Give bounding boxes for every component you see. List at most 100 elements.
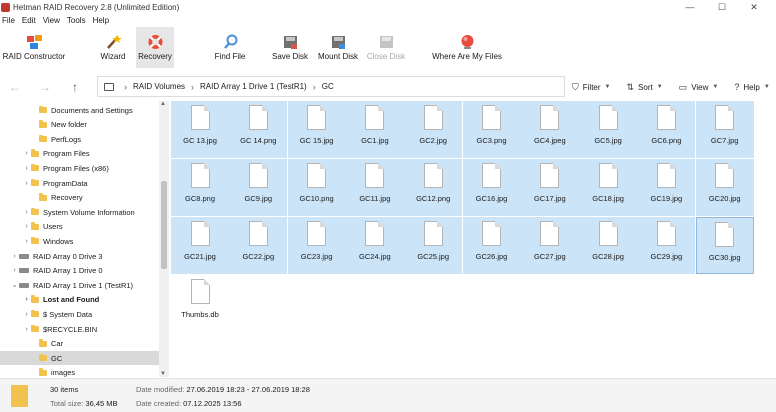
expand-chevron-icon[interactable]: › xyxy=(22,238,31,245)
window-title: Hetman RAID Recovery 2.8 (Unlimited Edit… xyxy=(13,2,180,12)
image-file-icon xyxy=(656,163,676,188)
tree-item[interactable]: › ProgramData xyxy=(0,176,159,190)
sort-button[interactable]: ⇅ Sort ▼ xyxy=(627,82,663,93)
wizard-button[interactable]: Wizard xyxy=(90,27,136,68)
tree-item[interactable]: › Users xyxy=(0,220,159,234)
close-disk-button[interactable]: Close Disk xyxy=(364,27,408,68)
file-item[interactable]: GC5.jpg xyxy=(579,101,638,158)
tree-item[interactable]: ⌄ RAID Array 1 Drive 1 (TestR1) xyxy=(0,278,159,292)
help-button[interactable]: ? Help ▼ xyxy=(734,82,769,92)
tree-item[interactable]: Recovery xyxy=(0,191,159,205)
tree-scrollbar[interactable]: ▲ ▼ xyxy=(159,101,169,377)
expand-chevron-icon[interactable]: › xyxy=(22,180,31,187)
expand-chevron-icon[interactable]: ⌄ xyxy=(10,281,19,289)
mount-disk-button[interactable]: Mount Disk xyxy=(316,27,360,68)
tree-item[interactable]: Car xyxy=(0,337,159,351)
file-item[interactable]: GC 13.jpg xyxy=(171,101,229,158)
file-item[interactable]: GC28.jpg xyxy=(579,217,638,274)
expand-chevron-icon[interactable]: › xyxy=(22,326,31,333)
file-item[interactable]: GC16.jpg xyxy=(462,159,521,216)
breadcrumb-gc[interactable]: GC xyxy=(322,82,334,91)
expand-chevron-icon[interactable]: › xyxy=(10,267,19,274)
save-disk-button[interactable]: Save Disk xyxy=(268,27,312,68)
menu-tools[interactable]: Tools xyxy=(67,16,86,25)
breadcrumb-drive[interactable]: RAID Array 1 Drive 1 (TestR1) xyxy=(200,82,307,91)
scroll-up-icon[interactable]: ▲ xyxy=(160,101,166,107)
tree-item[interactable]: › System Volume Information xyxy=(0,205,159,219)
file-item[interactable]: GC6.png xyxy=(637,101,696,158)
file-item[interactable]: GC2.jpg xyxy=(404,101,463,158)
maximize-button[interactable]: ☐ xyxy=(706,0,738,14)
tree-item[interactable]: Documents and Settings xyxy=(0,103,159,117)
file-item[interactable]: GC23.jpg xyxy=(287,217,346,274)
raid-constructor-button[interactable]: RAID Constructor xyxy=(0,27,68,68)
expand-chevron-icon[interactable]: › xyxy=(22,223,31,230)
file-name: GC23.jpg xyxy=(300,252,333,261)
back-button[interactable]: ← xyxy=(0,80,30,94)
tree-item[interactable]: New folder xyxy=(0,118,159,132)
file-item[interactable]: GC8.png xyxy=(171,159,229,216)
expand-chevron-icon[interactable]: › xyxy=(22,165,31,172)
minimize-button[interactable]: — xyxy=(674,0,706,14)
address-bar[interactable]: › RAID Volumes › RAID Array 1 Drive 1 (T… xyxy=(97,76,565,97)
tree-item[interactable]: › RAID Array 1 Drive 0 xyxy=(0,264,159,278)
file-item[interactable]: GC26.jpg xyxy=(462,217,521,274)
scroll-down-icon[interactable]: ▼ xyxy=(160,371,166,377)
menu-view[interactable]: View xyxy=(43,16,60,25)
menu-edit[interactable]: Edit xyxy=(22,16,36,25)
tree-item[interactable]: images xyxy=(0,366,159,377)
menu-help[interactable]: Help xyxy=(93,16,109,25)
tree-item[interactable]: › Lost and Found xyxy=(0,293,159,307)
file-item[interactable]: GC21.jpg xyxy=(171,217,229,274)
file-item[interactable]: Thumbs.db xyxy=(171,275,229,332)
file-item[interactable]: GC7.jpg xyxy=(695,101,754,158)
file-item[interactable]: GC29.jpg xyxy=(637,217,696,274)
tree-item[interactable]: PerfLogs xyxy=(0,132,159,146)
tree-item[interactable]: › $ System Data xyxy=(0,307,159,321)
file-item[interactable]: GC19.jpg xyxy=(637,159,696,216)
file-item[interactable]: GC25.jpg xyxy=(404,217,463,274)
expand-chevron-icon[interactable]: › xyxy=(22,150,31,157)
image-file-icon xyxy=(540,221,560,246)
file-item[interactable]: GC4.jpeg xyxy=(520,101,579,158)
file-item[interactable]: GC 15.jpg xyxy=(287,101,346,158)
tree-item[interactable]: GC xyxy=(0,351,159,366)
filter-button[interactable]: ⛉ Filter ▼ xyxy=(572,82,611,93)
expand-chevron-icon[interactable]: › xyxy=(22,311,31,318)
expand-chevron-icon[interactable]: › xyxy=(22,296,31,303)
file-item[interactable]: GC3.png xyxy=(462,101,521,158)
tree-item[interactable]: › $RECYCLE.BIN xyxy=(0,322,159,336)
tree-item-label: RAID Array 1 Drive 0 xyxy=(33,266,103,276)
tree-item[interactable]: › RAID Array 0 Drive 3 xyxy=(0,249,159,263)
file-item[interactable]: GC10.png xyxy=(287,159,346,216)
tree-item[interactable]: › Windows xyxy=(0,234,159,248)
file-item[interactable]: GC1.jpg xyxy=(345,101,404,158)
scrollbar-thumb[interactable] xyxy=(161,181,167,269)
up-button[interactable]: ↑ xyxy=(60,80,90,94)
recovery-button[interactable]: Recovery xyxy=(136,27,174,68)
file-item[interactable]: GC 14.png xyxy=(229,101,288,158)
view-button[interactable]: ▭ View ▼ xyxy=(679,82,719,93)
close-button[interactable]: ✕ xyxy=(738,0,770,14)
menu-file[interactable]: File xyxy=(2,16,15,25)
file-item[interactable]: GC27.jpg xyxy=(520,217,579,274)
breadcrumb-raid-volumes[interactable]: RAID Volumes xyxy=(133,82,185,91)
file-name: GC3.png xyxy=(476,136,507,145)
file-item[interactable]: GC17.jpg xyxy=(520,159,579,216)
file-item[interactable]: GC12.png xyxy=(404,159,463,216)
file-item[interactable]: GC20.jpg xyxy=(695,159,754,216)
tree-item[interactable]: › Program Files (x86) xyxy=(0,161,159,175)
find-file-button[interactable]: Find File xyxy=(204,27,256,68)
file-item[interactable]: GC30.jpg xyxy=(695,217,754,274)
file-item[interactable]: GC9.jpg xyxy=(229,159,288,216)
forward-button[interactable]: → xyxy=(30,80,60,94)
app-logo-icon xyxy=(1,2,10,12)
file-item[interactable]: GC18.jpg xyxy=(579,159,638,216)
expand-chevron-icon[interactable]: › xyxy=(10,253,19,260)
expand-chevron-icon[interactable]: › xyxy=(22,209,31,216)
where-are-my-files-button[interactable]: Where Are My Files xyxy=(428,27,506,68)
file-item[interactable]: GC24.jpg xyxy=(345,217,404,274)
tree-item[interactable]: › Program Files xyxy=(0,147,159,161)
file-item[interactable]: GC11.jpg xyxy=(345,159,404,216)
file-item[interactable]: GC22.jpg xyxy=(229,217,288,274)
